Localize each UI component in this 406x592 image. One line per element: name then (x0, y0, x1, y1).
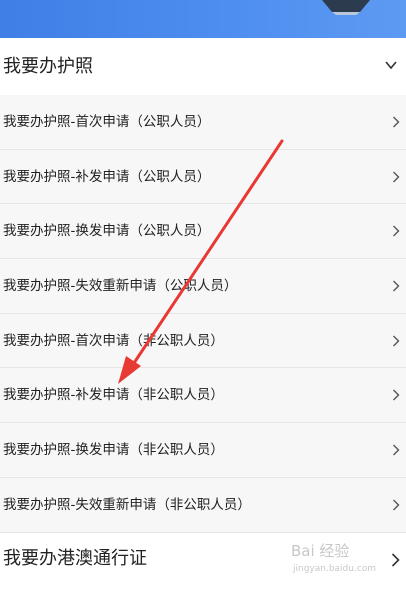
watermark-text: Bai 经验 (291, 542, 350, 560)
list-item[interactable]: 我要办护照-换发申请（非公职人员） (0, 423, 406, 478)
list-item[interactable]: 我要办护照-换发申请（公职人员） (0, 204, 406, 260)
list-item[interactable]: 我要办护照-补发申请（非公职人员） (0, 368, 406, 424)
chevron-down-icon[interactable] (384, 58, 398, 72)
chevron-right-icon (393, 116, 400, 128)
list-item-label: 我要办护照-首次申请（非公职人员） (3, 332, 224, 349)
list-item[interactable]: 我要办护照-失效重新申请（公职人员） (0, 259, 406, 314)
list-item[interactable]: 我要办护照-补发申请（公职人员） (0, 149, 406, 205)
chevron-right-icon (393, 225, 400, 237)
top-banner (0, 0, 406, 38)
passport-item-list: 我要办护照-首次申请（公职人员） 我要办护照-补发申请（公职人员） 我要办护照-… (0, 95, 406, 533)
list-item-label: 我要办护照-补发申请（公职人员） (3, 168, 211, 185)
passport-section-header[interactable]: 我要办护照 (0, 38, 406, 96)
list-item-label: 我要办护照-失效重新申请（非公职人员） (3, 496, 251, 513)
watermark-url: jingyan.baidu.com (293, 564, 377, 574)
hk-macau-permit-title: 我要办港澳通行证 (3, 548, 147, 569)
list-item-label: 我要办护照-换发申请（公职人员） (3, 223, 211, 240)
chevron-right-icon (393, 280, 400, 292)
list-item-label: 我要办护照-补发申请（非公职人员） (3, 387, 224, 404)
chevron-right-icon (393, 335, 400, 347)
banner-illustration (322, 0, 370, 15)
chevron-right-icon (393, 389, 400, 401)
chevron-right-icon (393, 171, 400, 183)
list-item[interactable]: 我要办护照-失效重新申请（非公职人员） (0, 477, 406, 533)
list-item-label: 我要办护照-失效重新申请（公职人员） (3, 278, 238, 295)
list-item[interactable]: 我要办护照-首次申请（公职人员） (0, 95, 406, 150)
list-item-label: 我要办护照-首次申请（公职人员） (3, 114, 211, 130)
list-item[interactable]: 我要办护照-首次申请（非公职人员） (0, 313, 406, 369)
chevron-right-icon (393, 444, 400, 456)
app-page: 我要办护照 我要办护照-首次申请（公职人员） 我要办护照-补发申请（公职人员） … (0, 0, 406, 592)
baidu-jingyan-watermark: Bai 经验 jingyan.baidu.com (285, 540, 395, 580)
chevron-right-icon (393, 499, 400, 511)
list-item-label: 我要办护照-换发申请（非公职人员） (3, 442, 224, 459)
section-title: 我要办护照 (3, 56, 93, 77)
